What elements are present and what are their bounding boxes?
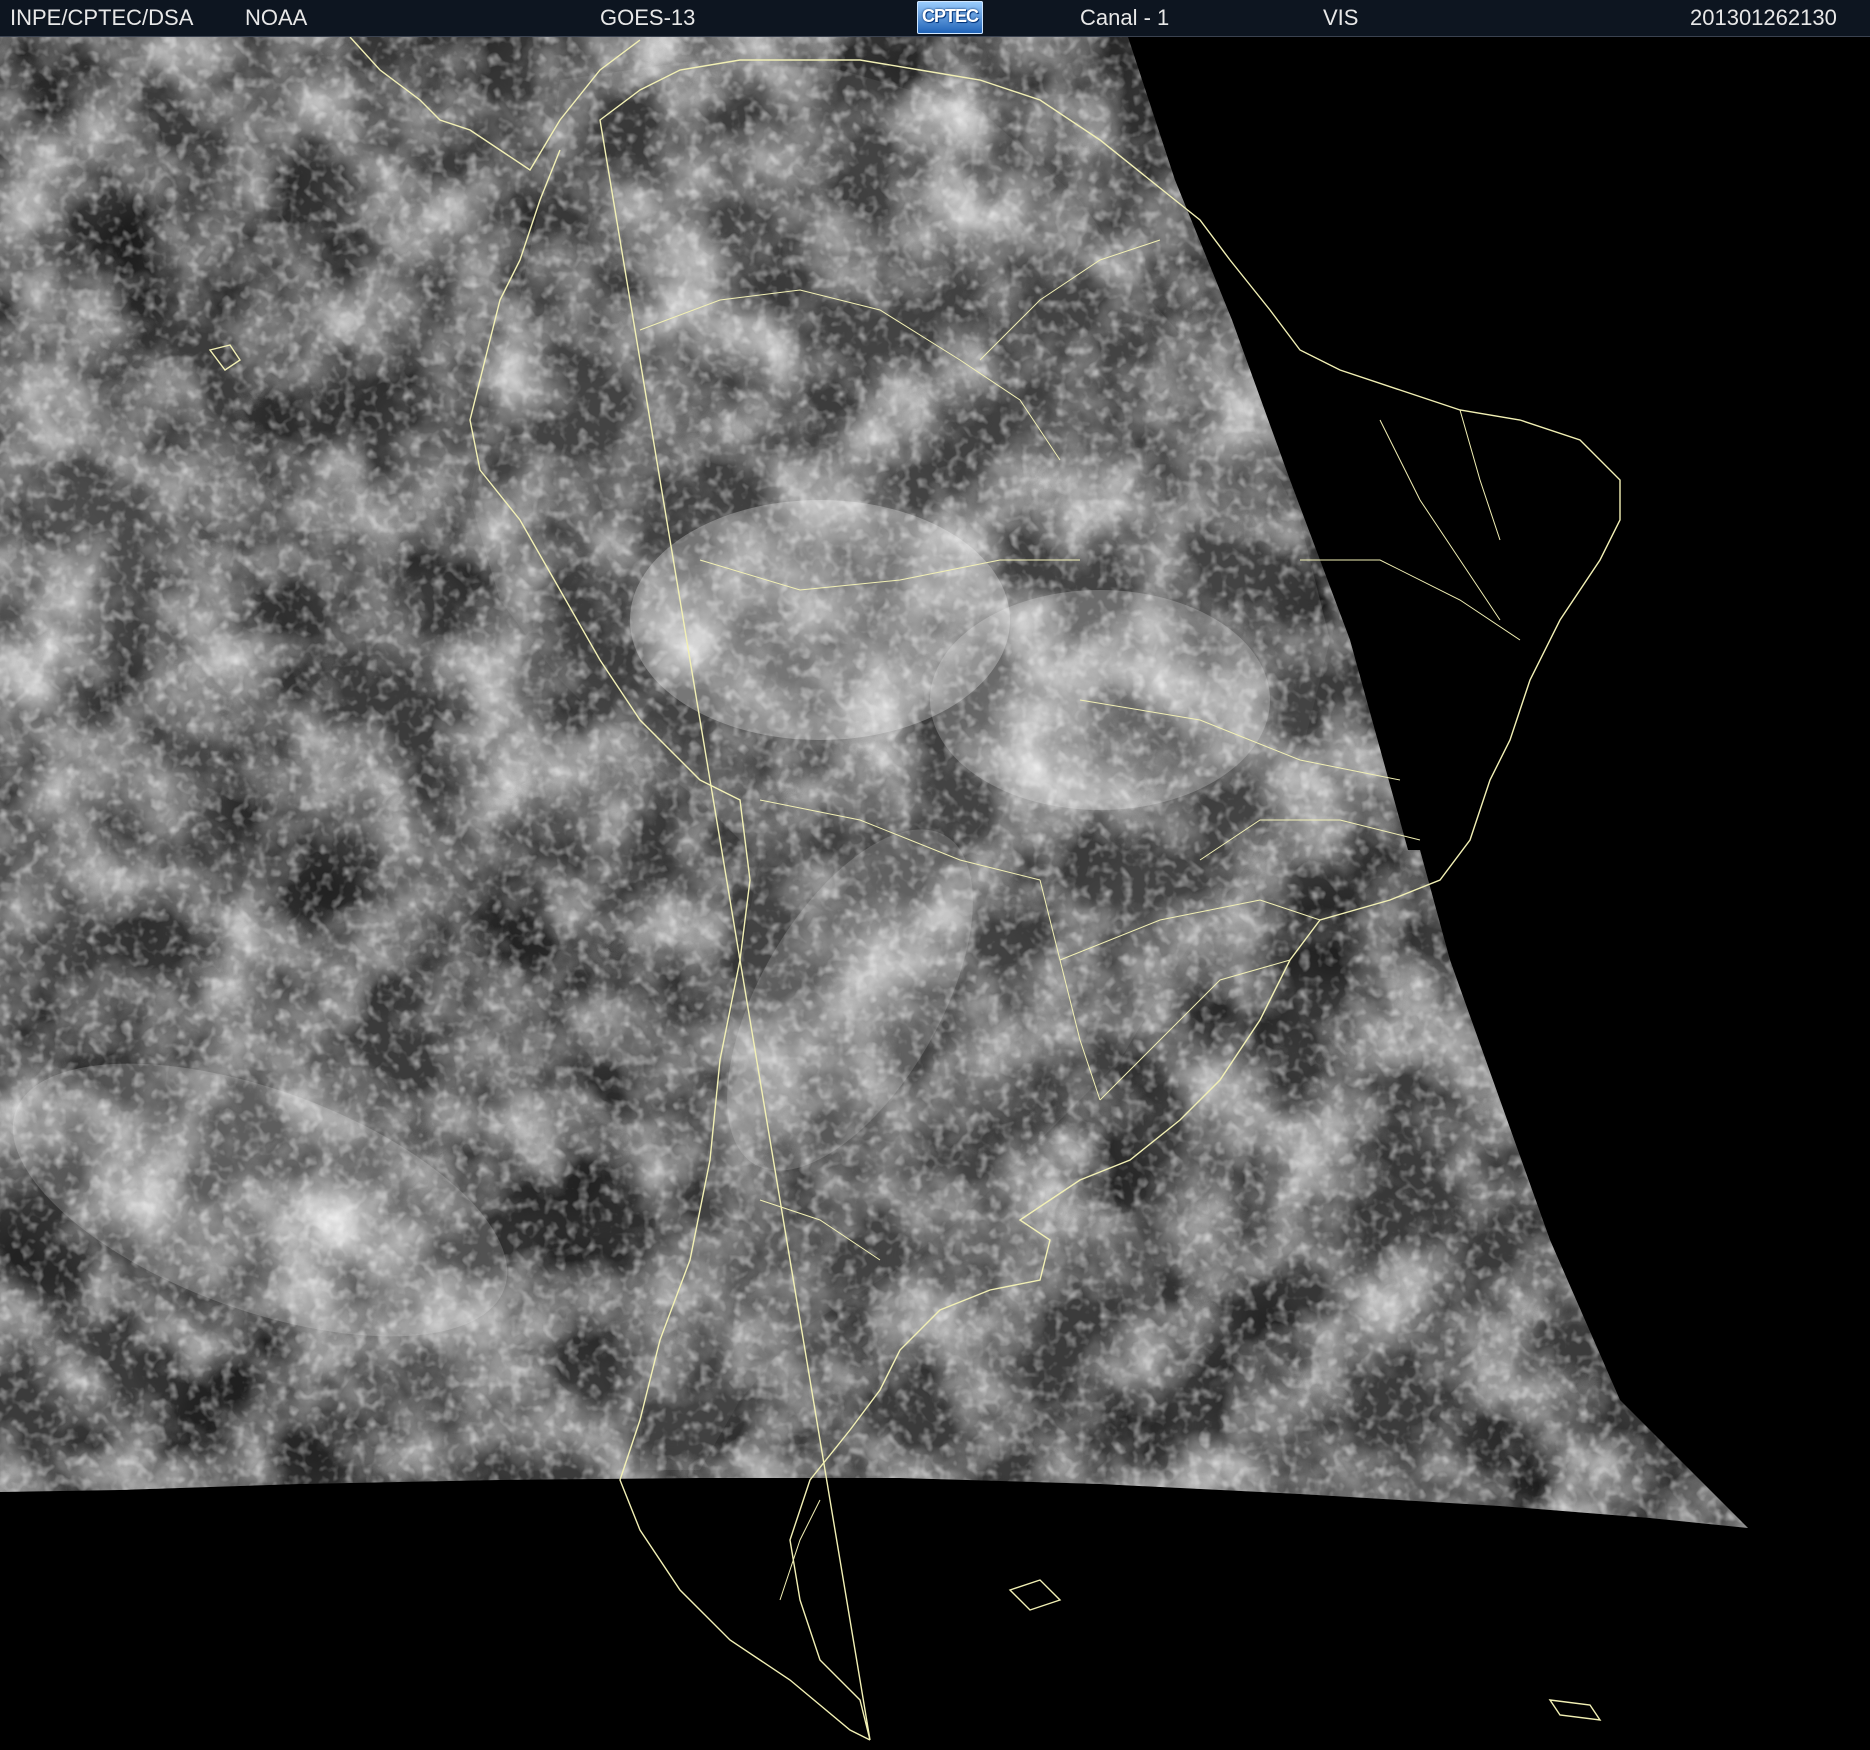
timestamp-label: 201301262130	[1690, 5, 1837, 30]
satellite-label: GOES-13	[600, 5, 696, 30]
header-bar: INPE/CPTEC/DSA NOAA GOES-13 CPTEC Canal …	[0, 0, 1870, 37]
logo-text: CPTEC	[921, 6, 979, 26]
channel-label: Canal - 1	[1080, 5, 1170, 30]
agency-label: INPE/CPTEC/DSA	[10, 5, 194, 30]
cptec-logo: CPTEC	[917, 1, 983, 34]
band-label: VIS	[1323, 5, 1359, 30]
satellite-image	[0, 37, 1870, 1750]
source-label: NOAA	[245, 5, 308, 30]
